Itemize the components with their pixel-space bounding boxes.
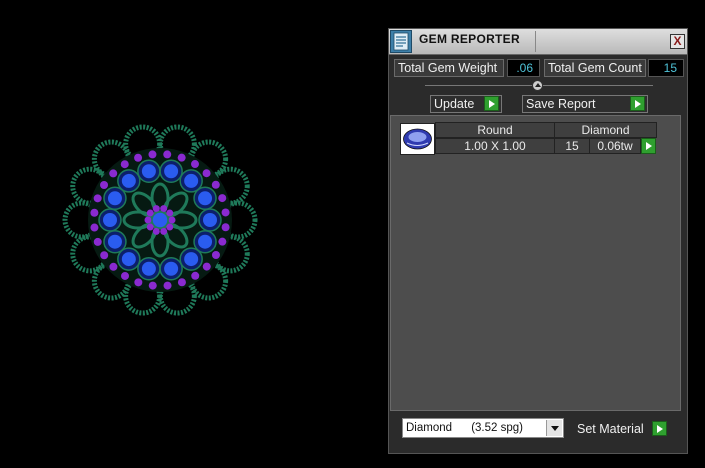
jewel-small-stone xyxy=(148,281,157,290)
jewel-render xyxy=(62,124,258,316)
update-button[interactable]: Update xyxy=(430,95,502,113)
total-gem-weight-label: Total Gem Weight xyxy=(394,59,504,77)
jewel-large-stone xyxy=(184,173,199,188)
jewel-large-stone xyxy=(164,261,179,276)
close-button[interactable]: X xyxy=(670,34,685,49)
play-arrow-icon[interactable] xyxy=(630,96,645,111)
jewel-small-stone xyxy=(93,237,102,246)
jewel-center-accent xyxy=(152,227,160,235)
jewel-small-stone xyxy=(134,153,143,162)
jewel-large-stone xyxy=(121,173,136,188)
gem-list[interactable]: Round Diamond 1.00 X 1.00 15 0.06tw xyxy=(390,115,681,411)
material-dropdown[interactable]: Diamond (3.52 spg) xyxy=(402,418,564,438)
jewel-small-stone xyxy=(100,181,109,190)
jewel-small-stone xyxy=(177,153,186,162)
jewel-center-accent xyxy=(144,216,152,224)
jewel-small-stone xyxy=(218,237,227,246)
save-report-button-label: Save Report xyxy=(526,97,596,111)
gem-material: Diamond xyxy=(554,122,657,138)
play-arrow-icon[interactable] xyxy=(484,96,499,111)
jewel-small-stone xyxy=(109,262,118,271)
jewel-small-stone xyxy=(148,150,157,159)
material-dropdown-value: Diamond (3.52 spg) xyxy=(406,422,523,434)
jewel-large-stone xyxy=(198,191,213,206)
jewel-small-stone xyxy=(211,250,220,259)
title-divider xyxy=(535,31,536,52)
jewel-small-stone xyxy=(163,281,172,290)
jewel-large-stone xyxy=(103,213,117,227)
update-button-label: Update xyxy=(434,97,475,111)
set-material-button[interactable]: Set Material xyxy=(573,420,668,438)
gem-shape: Round xyxy=(435,122,555,138)
jewel-small-stone xyxy=(90,208,99,217)
jewel-small-stone xyxy=(202,262,211,271)
play-arrow-icon[interactable] xyxy=(652,421,667,436)
jewel-small-stone xyxy=(218,194,227,203)
gem-reporter-panel: GEM REPORTER X Total Gem Weight .06 Tota… xyxy=(388,28,688,454)
jewel-small-stone xyxy=(120,160,129,169)
chevron-down-icon[interactable] xyxy=(546,420,562,436)
play-arrow-icon[interactable] xyxy=(641,138,656,154)
jewel-large-stone xyxy=(184,252,199,267)
jewel-small-stone xyxy=(221,208,230,217)
jewel-small-stone xyxy=(93,194,102,203)
jewel-large-stone xyxy=(107,234,122,249)
save-report-button[interactable]: Save Report xyxy=(522,95,648,113)
set-material-button-label: Set Material xyxy=(577,422,644,436)
jewel-small-stone xyxy=(211,180,220,189)
jewel-small-stone xyxy=(121,271,130,280)
title-bar[interactable]: GEM REPORTER X xyxy=(389,29,687,55)
jewel-center-accent xyxy=(152,205,160,213)
3d-viewport[interactable] xyxy=(0,0,388,468)
close-icon: X xyxy=(673,34,682,48)
total-gem-count-label: Total Gem Count xyxy=(544,59,646,77)
jewel-small-stone xyxy=(163,150,172,159)
jewel-center-accent xyxy=(168,216,176,224)
gem-count: 15 xyxy=(554,138,590,154)
jewel-large-stone xyxy=(141,261,156,276)
jewel-small-stone xyxy=(190,160,199,169)
jewel-large-stone xyxy=(121,252,136,267)
round-gem-icon xyxy=(400,123,435,155)
jewel-small-stone xyxy=(202,169,211,178)
jewel-large-stone xyxy=(203,213,217,227)
jewel-large-stone xyxy=(198,234,213,249)
jewel-small-stone xyxy=(221,223,230,232)
jewel-large-stone xyxy=(141,164,156,179)
jewel-center-accent xyxy=(160,205,168,213)
gem-reporter-app-icon xyxy=(390,30,412,53)
panel-title: GEM REPORTER xyxy=(419,32,520,46)
jewel-large-stone xyxy=(107,191,122,206)
total-gem-weight-value: .06 xyxy=(507,59,540,77)
gem-size: 1.00 X 1.00 xyxy=(435,138,555,154)
jewel-center-stone xyxy=(151,211,169,229)
jewel-small-stone xyxy=(109,169,118,178)
jewel-small-stone xyxy=(134,278,143,287)
collapse-toggle[interactable] xyxy=(532,80,543,91)
jewel-center-accent xyxy=(160,227,168,235)
jewel-small-stone xyxy=(191,271,200,280)
gem-weight: 0.06tw xyxy=(589,138,641,154)
jewel-small-stone xyxy=(177,278,186,287)
jewel-small-stone xyxy=(90,223,99,232)
jewel-large-stone xyxy=(164,164,179,179)
jewel-small-stone xyxy=(100,251,109,260)
total-gem-count-value: 15 xyxy=(648,59,684,77)
